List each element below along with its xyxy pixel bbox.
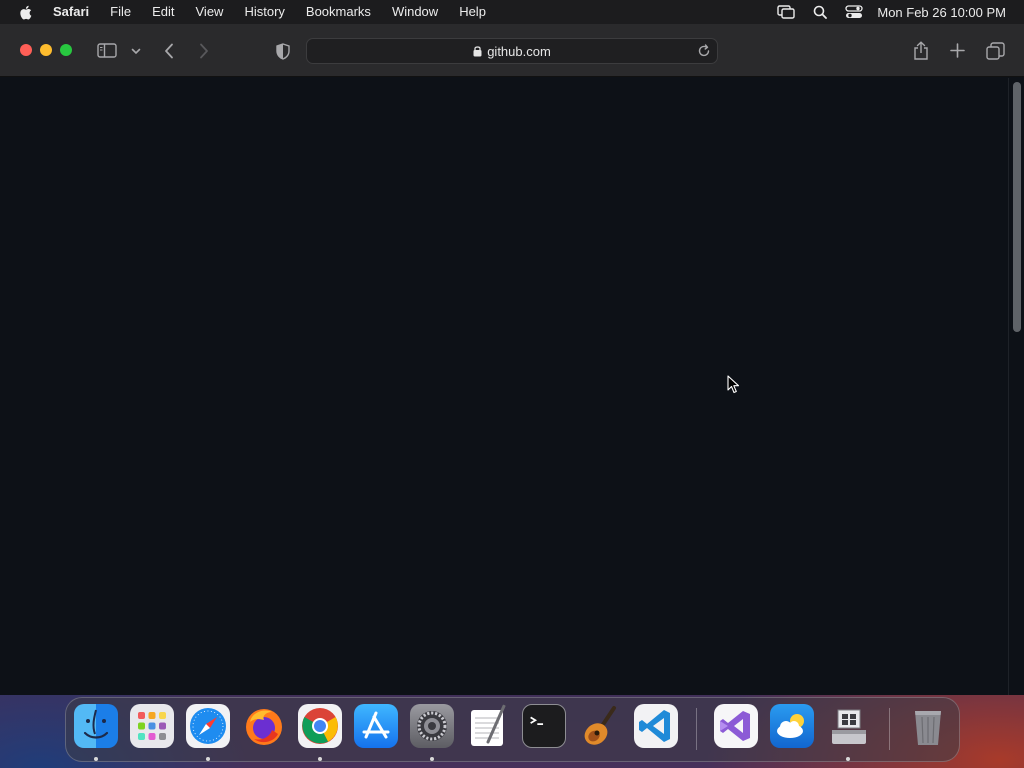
address-bar-url: github.com xyxy=(487,43,551,59)
menu-edit[interactable]: Edit xyxy=(152,0,174,24)
privacy-shield-icon[interactable] xyxy=(274,42,292,60)
share-icon[interactable] xyxy=(912,40,930,60)
menu-window[interactable]: Window xyxy=(392,0,438,24)
dock-terminal-icon[interactable] xyxy=(522,704,566,748)
menu-bar-clock[interactable]: Mon Feb 26 10:00 PM xyxy=(877,5,1006,20)
dock-app-store-icon[interactable] xyxy=(354,704,398,748)
desktop: Safari File Edit View History Bookmarks … xyxy=(0,0,1024,768)
dock-textedit-icon[interactable] xyxy=(466,704,510,748)
page-content[interactable] xyxy=(0,78,1024,695)
sidebar-icon[interactable] xyxy=(96,42,118,59)
menu-bar: Safari File Edit View History Bookmarks … xyxy=(0,0,1024,24)
dock-system-settings-icon[interactable] xyxy=(410,704,454,748)
dock-separator xyxy=(696,708,697,750)
menu-app-name[interactable]: Safari xyxy=(53,0,89,24)
forward-icon[interactable] xyxy=(196,41,212,61)
dock-firefox-icon[interactable] xyxy=(242,704,286,748)
dock-launchpad-icon[interactable] xyxy=(130,704,174,748)
tab-overview-icon[interactable] xyxy=(985,41,1005,60)
chevron-down-icon[interactable] xyxy=(130,46,142,56)
safari-window: github.com xyxy=(0,24,1024,695)
running-indicator xyxy=(318,757,322,761)
apple-menu-icon[interactable] xyxy=(18,4,35,21)
lock-icon xyxy=(473,45,482,57)
window-zoom-button[interactable] xyxy=(60,44,72,56)
scrollbar-thumb[interactable] xyxy=(1013,82,1021,332)
menu-bookmarks[interactable]: Bookmarks xyxy=(306,0,371,24)
back-icon[interactable] xyxy=(161,41,177,61)
dock-safari-icon[interactable] xyxy=(186,704,230,748)
spotlight-search-icon[interactable] xyxy=(813,5,828,19)
running-indicator xyxy=(846,757,850,761)
screen-mirroring-icon[interactable] xyxy=(777,5,796,19)
menu-file[interactable]: File xyxy=(110,0,131,24)
dock-vscode-icon[interactable] xyxy=(634,704,678,748)
window-close-button[interactable] xyxy=(20,44,32,56)
dock-chrome-icon[interactable] xyxy=(298,704,342,748)
vertical-scrollbar[interactable] xyxy=(1008,78,1024,695)
window-minimize-button[interactable] xyxy=(40,44,52,56)
control-center-icon[interactable] xyxy=(845,5,864,19)
dock-garageband-icon[interactable] xyxy=(578,704,622,748)
address-bar[interactable]: github.com xyxy=(306,38,718,64)
reload-icon[interactable] xyxy=(697,44,711,61)
menu-bar-status-area: Mon Feb 26 10:00 PM xyxy=(759,0,1006,24)
menu-help[interactable]: Help xyxy=(459,0,486,24)
menu-history[interactable]: History xyxy=(244,0,284,24)
new-tab-icon[interactable] xyxy=(949,42,966,59)
mouse-pointer-icon xyxy=(727,375,740,394)
running-indicator xyxy=(206,757,210,761)
dock-weather-icon[interactable] xyxy=(770,704,814,748)
dock-boot-camp-assistant-icon[interactable] xyxy=(826,704,870,748)
dock-separator xyxy=(889,708,890,750)
menu-view[interactable]: View xyxy=(196,0,224,24)
running-indicator xyxy=(430,757,434,761)
running-indicator xyxy=(94,757,98,761)
dock-trash-icon[interactable] xyxy=(906,704,950,748)
dock-visual-studio-icon[interactable] xyxy=(714,704,758,748)
dock xyxy=(65,697,960,762)
browser-toolbar: github.com xyxy=(0,24,1024,77)
dock-finder-icon[interactable] xyxy=(74,704,118,748)
